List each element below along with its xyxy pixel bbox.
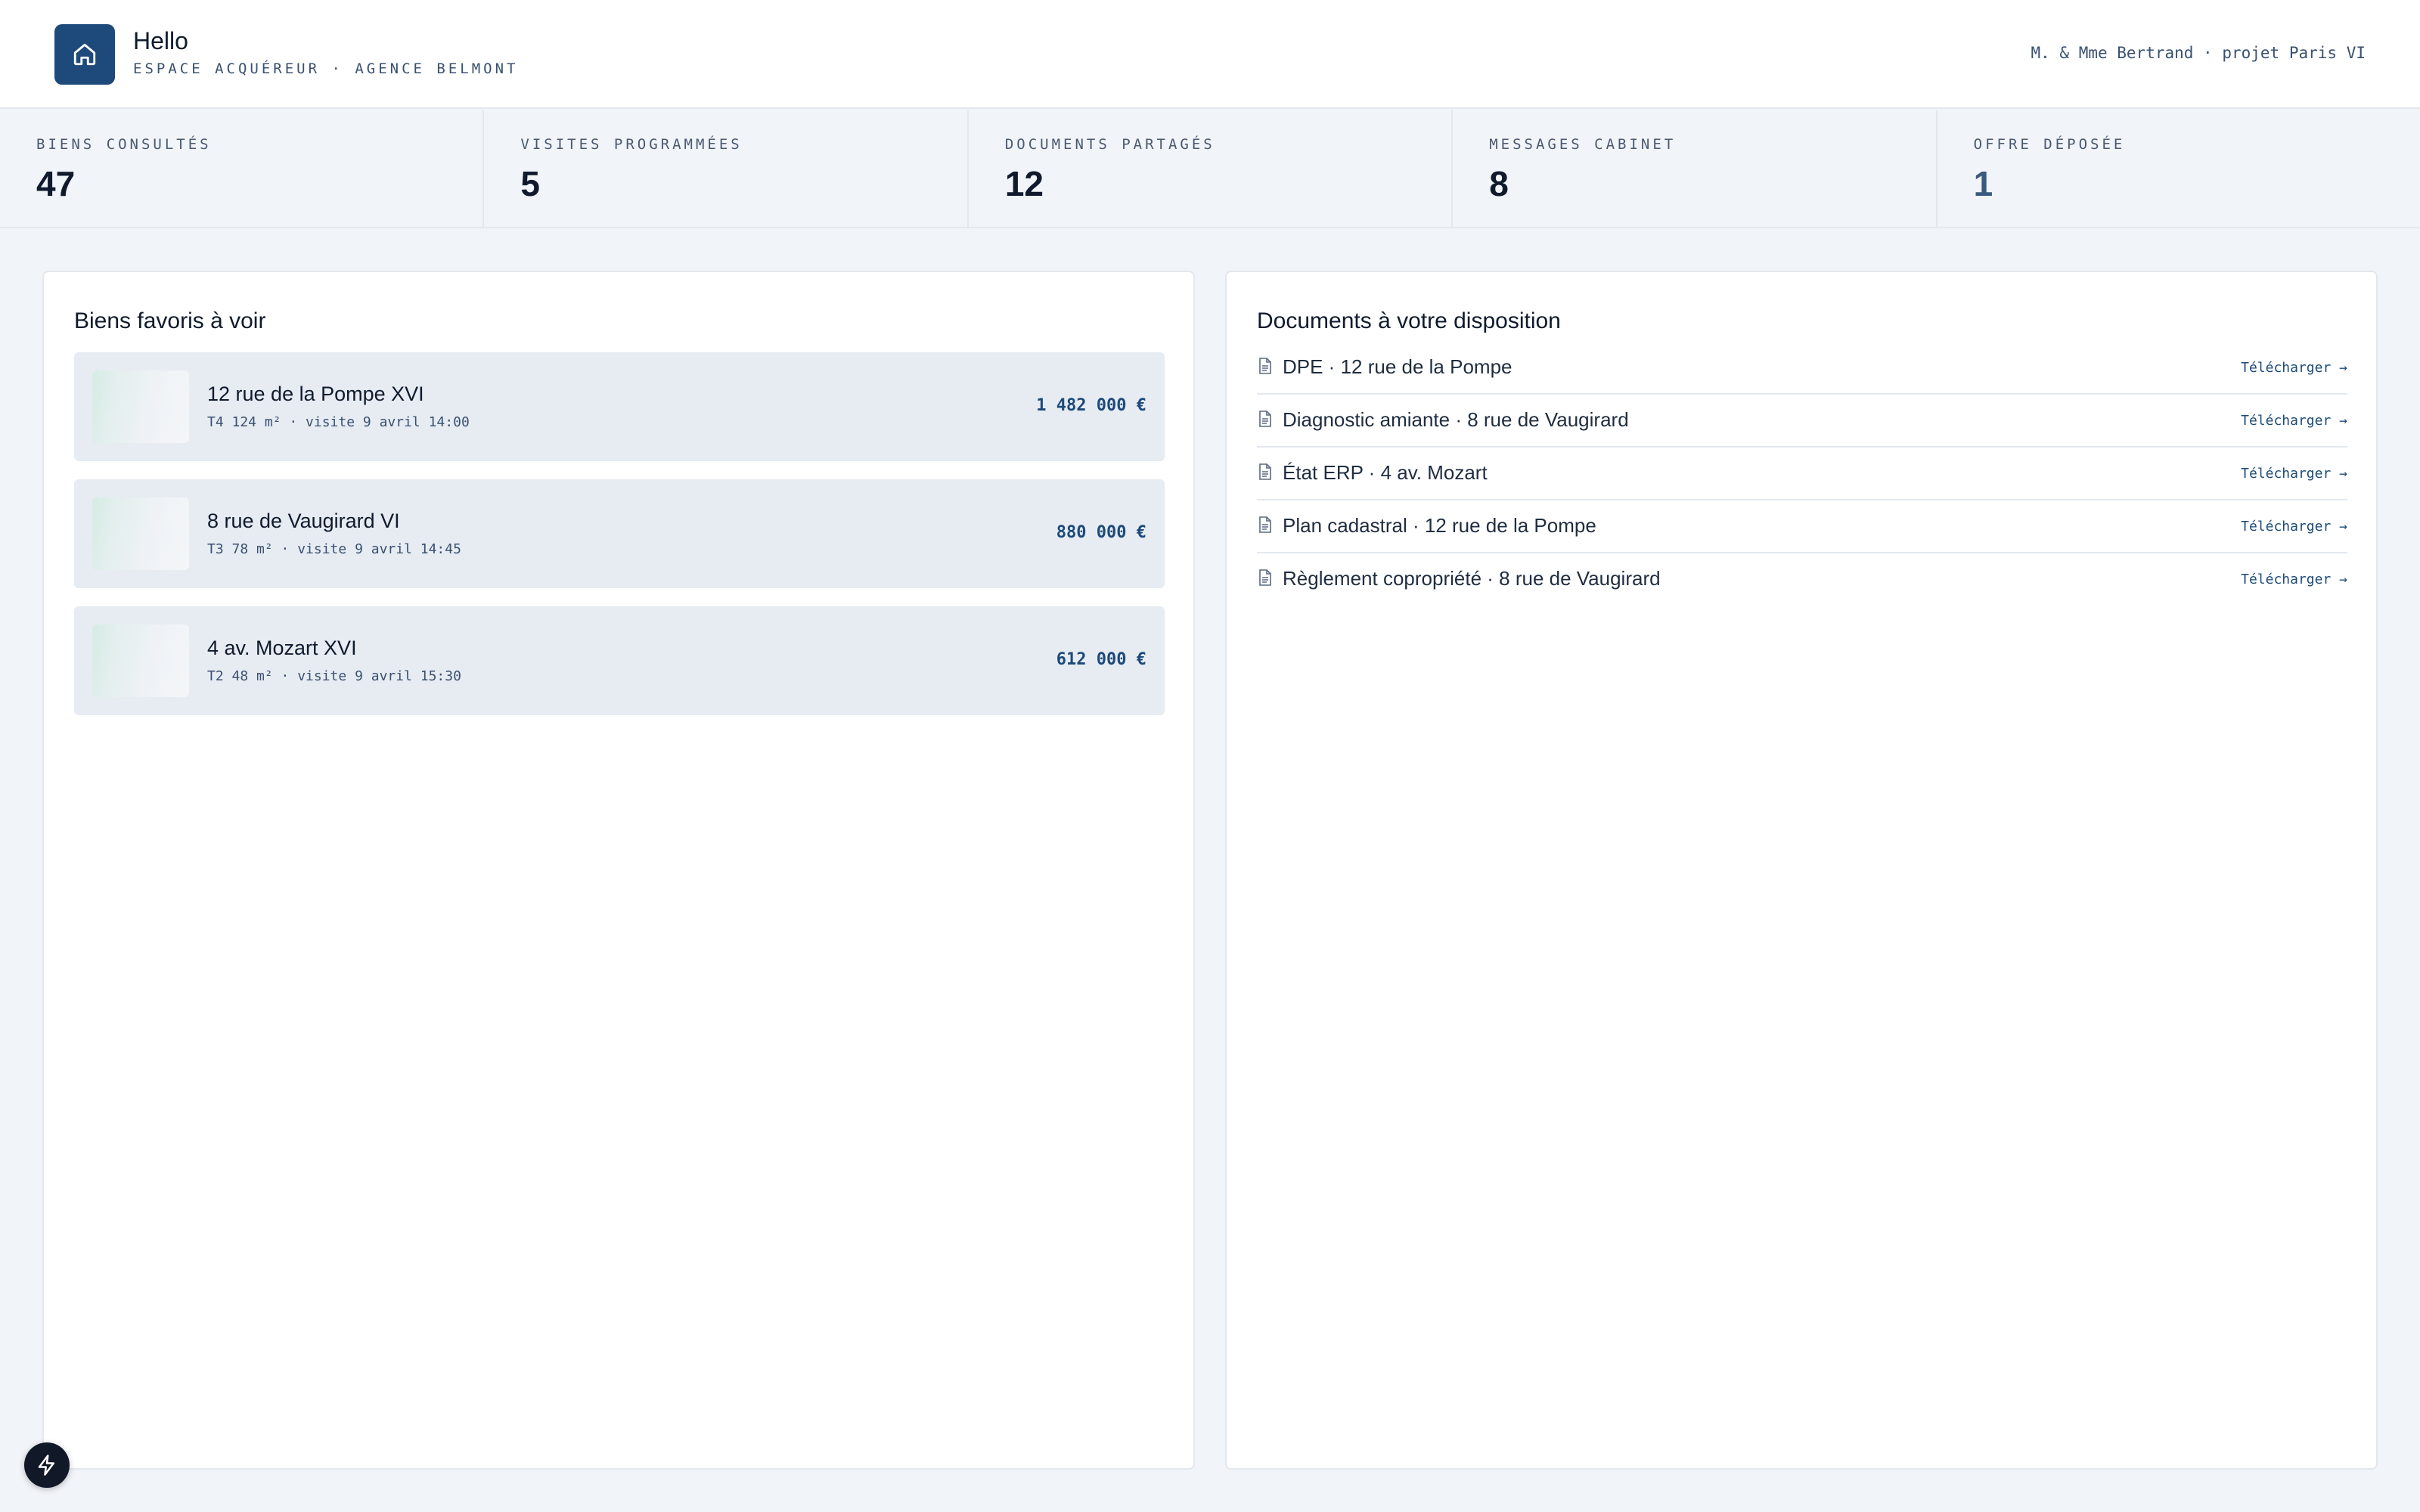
download-link[interactable]: Télécharger → xyxy=(2241,519,2347,534)
user-project-info[interactable]: M. & Mme Bertrand · projet Paris VI xyxy=(2031,44,2366,62)
document-name: Diagnostic amiante · 8 rue de Vaugirard xyxy=(1283,408,1629,431)
favorites-panel: Biens favoris à voir 12 rue de la Pompe … xyxy=(42,271,1195,1470)
document-row: DPE · 12 rue de la Pompe Télécharger → xyxy=(1257,342,2347,395)
document-icon xyxy=(1259,516,1271,533)
property-card[interactable]: 4 av. Mozart XVI T2 48 m² · visite 9 avr… xyxy=(74,606,1165,715)
stats-bar: BIENS CONSULTÉS 47 VISITES PROGRAMMÉES 5… xyxy=(0,110,2420,228)
document-icon xyxy=(1259,569,1271,586)
favorites-title: Biens favoris à voir xyxy=(74,308,266,333)
stat-label: VISITES PROGRAMMÉES xyxy=(520,136,743,153)
property-address: 8 rue de Vaugirard VI xyxy=(207,510,400,532)
documents-panel: Documents à votre disposition DPE · 12 r… xyxy=(1225,271,2378,1470)
download-link[interactable]: Télécharger → xyxy=(2241,413,2347,429)
document-name: Plan cadastral · 12 rue de la Pompe xyxy=(1283,514,1596,537)
property-details: T4 124 m² · visite 9 avril 14:00 xyxy=(207,414,470,430)
app-header: Hello ESPACE ACQUÉREUR · AGENCE BELMONT … xyxy=(0,0,2420,109)
document-icon xyxy=(1259,358,1271,374)
property-details: T2 48 m² · visite 9 avril 15:30 xyxy=(207,668,461,684)
document-icon xyxy=(1259,411,1271,427)
brand-logo[interactable] xyxy=(54,24,115,85)
stat-label: OFFRE DÉPOSÉE xyxy=(1973,136,2126,153)
document-name: État ERP · 4 av. Mozart xyxy=(1283,461,1488,484)
document-name: DPE · 12 rue de la Pompe xyxy=(1283,355,1512,378)
document-name: Règlement copropriété · 8 rue de Vaugira… xyxy=(1283,567,1661,590)
stat-value: 1 xyxy=(1973,164,1993,203)
stat-biens-consultes: BIENS CONSULTÉS 47 xyxy=(0,110,485,227)
stat-value: 8 xyxy=(1489,164,1509,203)
document-icon xyxy=(1259,463,1271,480)
property-price: 1 482 000 € xyxy=(1036,396,1146,415)
property-price: 612 000 € xyxy=(1056,650,1146,669)
stat-label: MESSAGES CABINET xyxy=(1489,136,1677,153)
quick-action-button[interactable] xyxy=(24,1442,70,1488)
property-address: 12 rue de la Pompe XVI xyxy=(207,383,424,405)
stat-documents-partages: DOCUMENTS PARTAGÉS 12 xyxy=(969,110,1454,227)
stat-visites-programmees: VISITES PROGRAMMÉES 5 xyxy=(484,110,969,227)
stat-label: DOCUMENTS PARTAGÉS xyxy=(1004,136,1215,153)
documents-title: Documents à votre disposition xyxy=(1257,308,1561,333)
property-thumbnail xyxy=(92,624,189,697)
document-row: Règlement copropriété · 8 rue de Vaugira… xyxy=(1257,553,2347,606)
stat-messages-cabinet: MESSAGES CABINET 8 xyxy=(1453,110,1938,227)
property-thumbnail xyxy=(92,497,189,570)
stat-offre-deposee: OFFRE DÉPOSÉE 1 xyxy=(1938,110,2420,227)
home-icon xyxy=(73,43,96,66)
property-price: 880 000 € xyxy=(1056,523,1146,542)
document-row: Plan cadastral · 12 rue de la Pompe Télé… xyxy=(1257,500,2347,553)
download-link[interactable]: Télécharger → xyxy=(2241,572,2347,587)
document-row: Diagnostic amiante · 8 rue de Vaugirard … xyxy=(1257,395,2347,448)
lightning-icon xyxy=(38,1455,54,1476)
property-thumbnail xyxy=(92,370,189,443)
stat-label: BIENS CONSULTÉS xyxy=(36,136,212,153)
property-address: 4 av. Mozart XVI xyxy=(207,637,357,659)
document-row: État ERP · 4 av. Mozart Télécharger → xyxy=(1257,448,2347,500)
app-title: Hello xyxy=(133,27,188,54)
stat-value: 12 xyxy=(1004,164,1044,203)
app-subtitle: ESPACE ACQUÉREUR · AGENCE BELMONT xyxy=(133,60,519,77)
property-details: T3 78 m² · visite 9 avril 14:45 xyxy=(207,541,461,557)
download-link[interactable]: Télécharger → xyxy=(2241,360,2347,376)
stat-value: 5 xyxy=(520,164,540,203)
stat-value: 47 xyxy=(36,164,76,203)
download-link[interactable]: Télécharger → xyxy=(2241,466,2347,482)
property-card[interactable]: 12 rue de la Pompe XVI T4 124 m² · visit… xyxy=(74,352,1165,461)
property-card[interactable]: 8 rue de Vaugirard VI T3 78 m² · visite … xyxy=(74,479,1165,588)
